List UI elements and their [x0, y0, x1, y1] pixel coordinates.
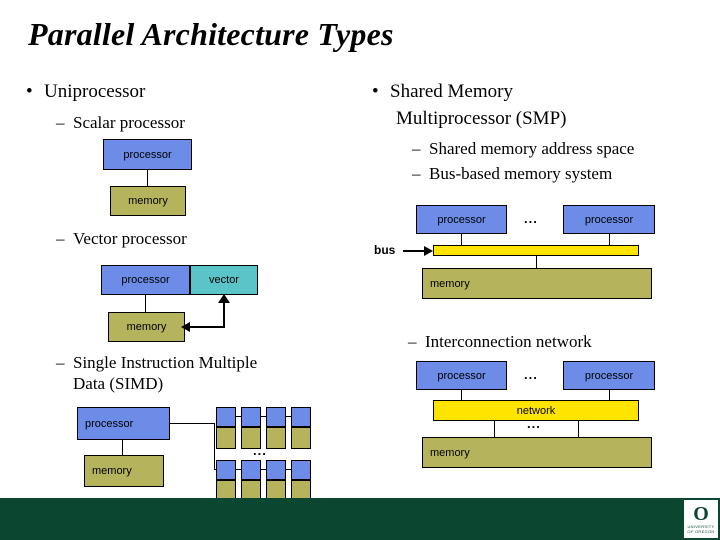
sub-vector-processor-label: Vector processor: [73, 229, 187, 248]
sub-shared-address-space-label: Shared memory address space: [429, 139, 635, 158]
bullet-marker-icon: •: [26, 81, 33, 102]
network-ellipsis-bottom: ...: [527, 416, 541, 431]
network-memory-connector-right: [578, 421, 579, 437]
simd-proc-mem-connector: [122, 440, 123, 455]
simd-cell-mem: [266, 427, 286, 449]
footer-bar: [0, 498, 720, 540]
university-logo: O UNIVERSITY OF OREGON: [684, 500, 718, 538]
sub-bus-based: – Bus-based memory system: [412, 163, 612, 184]
scalar-proc-mem-connector: [147, 170, 148, 186]
smp-processor-right: processor: [563, 205, 655, 234]
bullet-shared-memory-line1: • Shared Memory: [372, 80, 513, 103]
network-left-proc-connector: [461, 390, 462, 400]
bullet-shared-memory-label2: Multiprocessor (SMP): [396, 108, 567, 129]
sub-vector-processor: – Vector processor: [56, 228, 187, 249]
simd-row1-link: [261, 416, 266, 417]
simd-processor-box: processor: [77, 407, 170, 440]
sub-simd-line2: Data (SIMD): [73, 373, 163, 394]
simd-cell-mem: [291, 427, 311, 449]
bullet-shared-memory-line2: Multiprocessor (SMP): [396, 107, 566, 130]
logo-line2: OF OREGON: [687, 529, 715, 534]
vector-proc-mem-connector: [145, 295, 146, 312]
network-ellipsis-top: ...: [524, 367, 538, 382]
scalar-processor-box: processor: [103, 139, 192, 170]
bus-label: bus: [374, 243, 396, 257]
smp-memory-box: memory: [422, 268, 652, 299]
footer-page-number: 3: [668, 13, 674, 25]
simd-cell-mem: [216, 427, 236, 449]
simd-row2-link: [261, 469, 266, 470]
simd-trunk-horizontal-top: [170, 423, 215, 424]
sub-simd-line1: – Single Instruction Multiple: [56, 352, 257, 373]
logo-o-icon: O: [693, 503, 709, 525]
dash-marker-icon: –: [408, 332, 417, 351]
simd-cell-proc: [291, 407, 311, 427]
network-memory-box: memory: [422, 437, 652, 468]
smp-ellipsis: ...: [524, 211, 538, 226]
network-processor-left: processor: [416, 361, 507, 390]
simd-trunk-vertical: [214, 423, 215, 469]
simd-cell-proc: [266, 460, 286, 480]
dash-marker-icon: –: [412, 139, 421, 158]
simd-cell-proc: [266, 407, 286, 427]
scalar-memory-box: memory: [110, 186, 186, 216]
simd-row1-link: [236, 416, 241, 417]
footer-course-text: Introduction to Parallel Computing, Univ…: [8, 13, 292, 25]
sub-bus-based-label: Bus-based memory system: [429, 164, 613, 183]
footer-lecture-text: Lecture 11 –Parallelism on Supercomputer…: [399, 13, 592, 25]
dash-marker-icon: –: [412, 164, 421, 183]
dash-marker-icon: –: [56, 229, 65, 248]
simd-cell-proc: [241, 407, 261, 427]
simd-memory-box: memory: [84, 455, 164, 487]
vector-processor-box: processor: [101, 265, 190, 295]
dash-marker-icon: –: [56, 353, 65, 372]
smp-bus-bar: [433, 245, 639, 256]
sub-simd-label1: Single Instruction Multiple: [73, 353, 258, 372]
sub-interconnection-network-label: Interconnection network: [425, 332, 592, 351]
bullet-marker-icon: •: [372, 81, 379, 102]
simd-ellipsis: ...: [253, 443, 267, 458]
vector-memory-box: memory: [108, 312, 185, 342]
slide-canvas: Parallel Architecture Types • Uniprocesso…: [0, 0, 720, 540]
dash-marker-icon: –: [56, 113, 65, 132]
smp-processor-left: processor: [416, 205, 507, 234]
simd-cell-proc: [291, 460, 311, 480]
smp-bus-memory-connector: [536, 256, 537, 268]
sub-scalar-processor-label: Scalar processor: [73, 113, 185, 132]
simd-cell-proc: [216, 460, 236, 480]
network-right-proc-connector: [609, 390, 610, 400]
sub-scalar-processor: – Scalar processor: [56, 112, 185, 133]
bullet-uniprocessor-label: Uniprocessor: [44, 81, 146, 102]
network-processor-right: processor: [563, 361, 655, 390]
sub-simd-label2: Data (SIMD): [73, 374, 164, 393]
arrow-head-up-icon: [218, 294, 230, 303]
bullet-shared-memory-label1: Shared Memory: [390, 81, 513, 102]
sub-interconnection-network: – Interconnection network: [408, 331, 592, 352]
simd-row1-link: [286, 416, 291, 417]
simd-cell-proc: [241, 460, 261, 480]
sub-shared-address-space: – Shared memory address space: [412, 138, 634, 159]
simd-cell-proc: [216, 407, 236, 427]
vector-unit-box: vector: [190, 265, 258, 295]
arrow-head-left-icon: [181, 322, 190, 332]
simd-row2-link: [236, 469, 241, 470]
bullet-uniprocessor: • Uniprocessor: [26, 80, 145, 103]
simd-row2-link: [286, 469, 291, 470]
network-memory-connector-left: [494, 421, 495, 437]
